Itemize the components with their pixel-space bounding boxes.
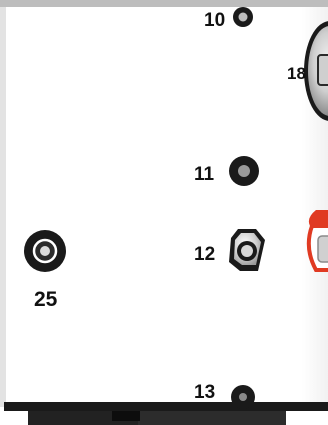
callout-12: 12 (194, 244, 215, 265)
panel-foot-right (138, 411, 286, 425)
component-11-jack (229, 156, 259, 186)
component-13-jack (231, 385, 255, 409)
component-10-screw (233, 7, 253, 27)
device-panel-diagram: 10 11 12 13 18 25 (0, 0, 328, 425)
red-switch-cap (306, 210, 328, 272)
panel-illustration: 10 11 12 13 18 25 (0, 0, 328, 425)
panel-base-edge (4, 402, 328, 411)
callout-11: 11 (194, 164, 215, 185)
callout-10: 10 (204, 10, 225, 31)
panel-left-edge (0, 7, 6, 407)
callout-25: 25 (34, 288, 58, 311)
panel-face (0, 0, 328, 404)
component-25-jack (24, 230, 66, 272)
panel-foot-gap (112, 411, 140, 421)
callout-18: 18 (287, 64, 306, 83)
callout-13: 13 (194, 382, 215, 403)
panel-top-edge (0, 0, 328, 7)
